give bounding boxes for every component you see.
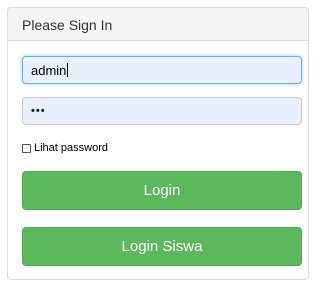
sign-in-panel: Please Sign In admin ••• Lihat password … <box>7 7 309 280</box>
login-button[interactable]: Login <box>22 171 302 210</box>
show-password-checkbox[interactable] <box>22 143 31 153</box>
password-mask: ••• <box>31 105 46 117</box>
show-password-toggle[interactable]: Lihat password <box>22 142 108 154</box>
show-password-label: Lihat password <box>34 142 108 154</box>
text-caret <box>67 63 69 77</box>
password-input[interactable]: ••• <box>22 97 302 125</box>
login-siswa-button[interactable]: Login Siswa <box>22 227 302 266</box>
panel-heading: Please Sign In <box>8 8 308 41</box>
username-input[interactable]: admin <box>22 56 302 84</box>
username-value: admin <box>31 62 67 78</box>
